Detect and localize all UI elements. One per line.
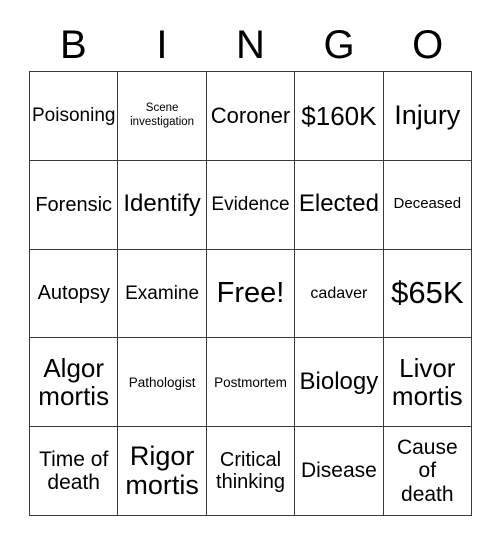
bingo-header: B I N G O — [29, 18, 472, 71]
bingo-header-letter-i: I — [156, 22, 168, 67]
bingo-cell-free[interactable]: Free! — [206, 249, 296, 339]
bingo-cell[interactable]: Elected — [295, 160, 384, 250]
bingo-cell[interactable]: Pathologist — [118, 338, 207, 428]
bingo-cell-label: Identify — [123, 190, 201, 218]
bingo-header-letter-o: O — [412, 22, 444, 67]
bingo-cell-label: Livor mortis — [391, 353, 463, 412]
bingo-header-letter-b: B — [59, 22, 87, 67]
bingo-cell-label: Disease — [300, 459, 377, 483]
bingo-cell-label: Time of death — [39, 447, 109, 495]
bingo-cell[interactable]: Poisoning — [30, 72, 119, 161]
bingo-cell[interactable]: Disease — [295, 427, 384, 516]
bingo-cell[interactable]: Coroner — [206, 72, 296, 161]
bingo-card: B I N G O Poisoning Scene investigation Co… — [0, 0, 500, 544]
bingo-cell-label: Rigor mortis — [125, 440, 199, 501]
bingo-cell-label: Biology — [299, 367, 379, 395]
bingo-header-letter-g: G — [323, 22, 355, 67]
bingo-cell-label: Postmortem — [214, 374, 287, 390]
bingo-cell-label: Algor mortis — [38, 353, 110, 412]
bingo-cell-label: Pathologist — [128, 374, 196, 390]
bingo-cell-label: Examine — [125, 282, 200, 304]
bingo-cell-label: Injury — [394, 100, 461, 131]
bingo-header-letter-n: N — [236, 22, 265, 67]
bingo-cell[interactable]: Forensic — [30, 160, 119, 250]
bingo-cell[interactable]: Critical thinking — [206, 427, 296, 516]
bingo-cell[interactable]: Evidence — [206, 160, 296, 250]
bingo-cell-label: Cause of death — [396, 435, 458, 506]
bingo-cell-label: Free! — [216, 277, 285, 310]
bingo-grid: Poisoning Scene investigation Coroner $160K… — [29, 71, 472, 516]
bingo-cell-label: Forensic — [35, 193, 113, 216]
bingo-cell-label: Elected — [298, 190, 379, 218]
bingo-cell[interactable]: $160K — [295, 72, 384, 161]
bingo-cell-label: Poisoning — [32, 105, 116, 127]
bingo-cell-label: Critical thinking — [216, 448, 285, 494]
bingo-cell-label: $65K — [391, 275, 464, 311]
bingo-cell[interactable]: Scene investigation — [118, 72, 207, 161]
bingo-cell-label: $160K — [301, 100, 377, 131]
bingo-cell[interactable]: Identify — [118, 160, 207, 250]
bingo-cell[interactable]: Deceased — [383, 160, 472, 250]
bingo-cell-label: Deceased — [393, 195, 462, 213]
bingo-cell[interactable]: Livor mortis — [383, 338, 472, 428]
bingo-cell-label: Evidence — [211, 194, 290, 216]
bingo-cell[interactable]: $65K — [383, 249, 472, 339]
bingo-cell[interactable]: Injury — [383, 72, 472, 161]
bingo-cell[interactable]: Examine — [118, 249, 207, 339]
bingo-cell[interactable]: Postmortem — [206, 338, 296, 428]
bingo-cell[interactable]: Biology — [295, 338, 384, 428]
bingo-cell-label: Scene investigation — [130, 102, 195, 128]
bingo-cell[interactable]: cadaver — [295, 249, 384, 339]
bingo-cell[interactable]: Cause of death — [383, 427, 472, 516]
bingo-cell[interactable]: Time of death — [30, 427, 119, 516]
bingo-cell-label: cadaver — [310, 284, 368, 302]
bingo-cell[interactable]: Algor mortis — [30, 338, 119, 428]
bingo-cell[interactable]: Rigor mortis — [118, 427, 207, 516]
bingo-cell-label: Coroner — [210, 102, 291, 128]
bingo-cell-label: Autopsy — [37, 282, 110, 305]
bingo-cell[interactable]: Autopsy — [30, 249, 119, 339]
